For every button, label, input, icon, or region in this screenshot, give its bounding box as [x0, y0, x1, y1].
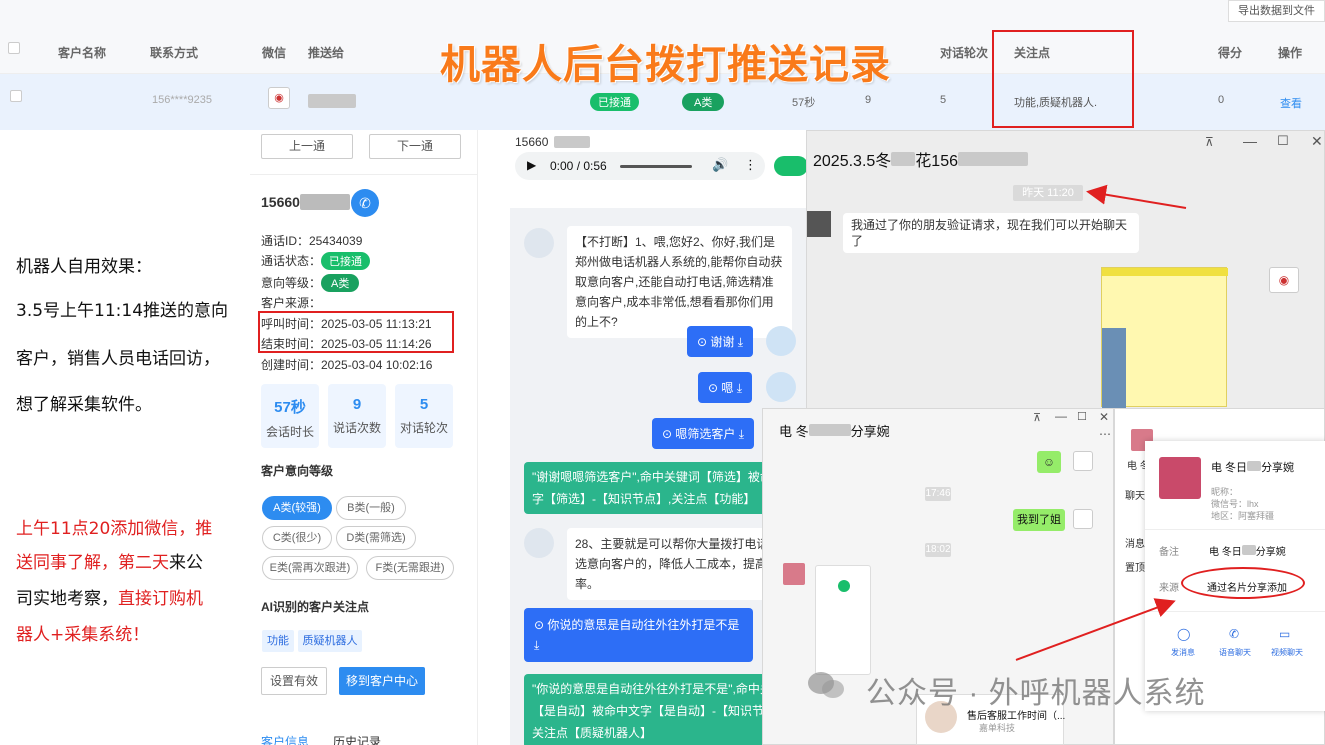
arrow-to-time [1086, 184, 1187, 209]
screenshot-root: 客户名称 联系方式 微信 推送给 对话轮次 关注点 得分 操作 导出数据到文件 … [0, 0, 1325, 745]
arrow-to-source [1015, 598, 1176, 661]
annotation-arrows [1015, 184, 1187, 661]
